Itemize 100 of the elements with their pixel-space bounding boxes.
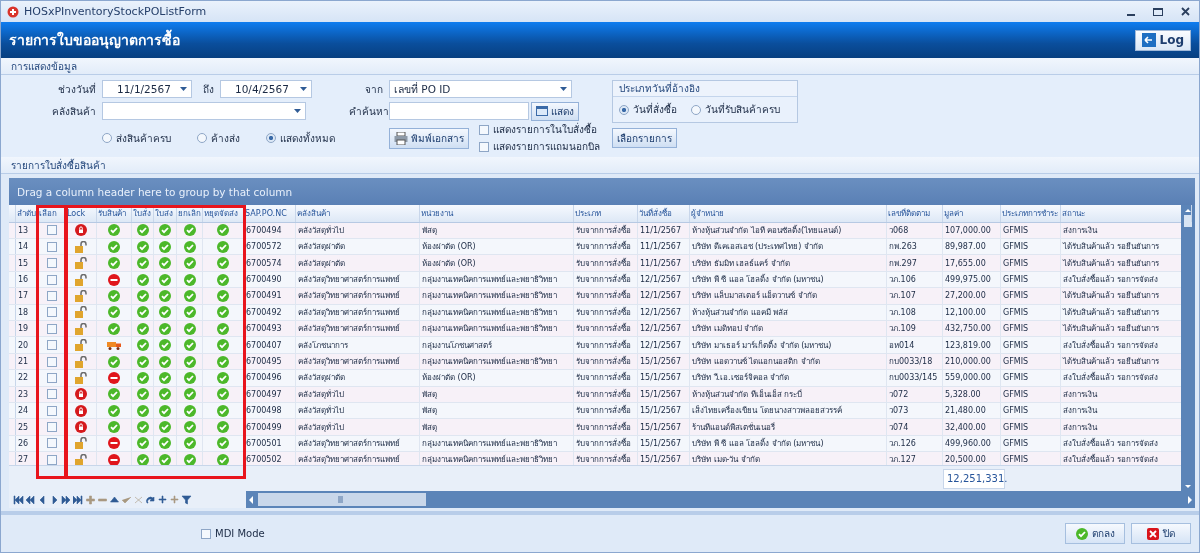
scroll-right-icon[interactable] — [1187, 495, 1193, 504]
dropdown-icon[interactable] — [300, 87, 307, 91]
radio-button[interactable]: วันที่สั่งซื้อ — [619, 102, 677, 117]
ok-button[interactable]: ตกลง — [1065, 523, 1125, 544]
table-cell: ว074 — [887, 419, 943, 435]
table-cell: คลังวัสดุวิทยาศาสตร์การแพทย์ — [296, 353, 420, 370]
filter-icon[interactable] — [181, 494, 192, 505]
column-header[interactable]: SAP.PO.NC — [244, 205, 296, 222]
table-cell: 12,100.00 — [943, 304, 1001, 321]
table-cell: 6700501 — [244, 435, 296, 452]
row-checkbox[interactable] — [46, 225, 57, 236]
search-field[interactable] — [389, 102, 529, 120]
column-header[interactable]: ผู้จำหน่าย — [690, 205, 887, 222]
close-form-button[interactable]: ปิด — [1131, 523, 1191, 544]
table-cell: คลังวัสดุวิทยาศาสตร์การแพทย์ — [296, 288, 420, 304]
row-checkbox[interactable] — [46, 340, 57, 351]
dropdown-icon[interactable] — [180, 87, 187, 91]
column-header[interactable]: ประเภท — [574, 205, 638, 222]
row-checkbox[interactable] — [46, 405, 57, 416]
radio-button[interactable]: แสดงทั้งหมด — [266, 130, 335, 146]
next-page-icon[interactable] — [61, 494, 72, 505]
row-checkbox[interactable] — [46, 241, 57, 252]
option-checkbox[interactable]: แสดงรายการแถมนอกบิล — [479, 139, 600, 154]
previous-record-icon[interactable] — [37, 494, 48, 505]
column-header[interactable]: หยุดจัดส่ง — [203, 205, 244, 222]
date-field[interactable]: 10/4/2567 — [220, 80, 312, 98]
print-button[interactable]: พิมพ์เอกสาร — [389, 127, 469, 149]
radio-button[interactable]: ค้างส่ง — [197, 130, 240, 146]
table-cell: 559,000.00 — [943, 370, 1001, 386]
column-header[interactable]: เลือก — [38, 205, 66, 222]
table-cell: 25 — [16, 419, 38, 435]
column-header[interactable]: วันที่สั่งซื้อ — [638, 205, 690, 222]
row-checkbox[interactable] — [46, 258, 57, 269]
horizontal-scrollbar[interactable] — [246, 491, 1195, 508]
redo-icon[interactable] — [145, 494, 156, 505]
table-cell: ว073 — [887, 403, 943, 419]
column-header[interactable]: ใบสั่ง — [132, 205, 154, 222]
row-checkbox[interactable] — [46, 454, 57, 465]
table-cell: 210,000.00 — [943, 353, 1001, 370]
row-checkbox[interactable] — [46, 307, 57, 318]
scroll-left-icon[interactable] — [248, 495, 254, 504]
last-record-icon[interactable] — [73, 494, 84, 505]
mdi-mode-checkbox[interactable]: MDI Mode — [201, 528, 265, 539]
checkmark-icon[interactable] — [121, 494, 132, 505]
column-header[interactable]: ใบส่ง — [154, 205, 177, 222]
total-amount: 12,251,331. — [943, 468, 1005, 489]
up-triangle-icon[interactable] — [109, 494, 120, 505]
row-checkbox[interactable] — [46, 372, 57, 383]
log-button[interactable]: Log — [1134, 29, 1191, 51]
column-header[interactable]: เลขที่ติดตาม — [887, 205, 943, 222]
table-cell: กพ.297 — [887, 255, 943, 271]
table-cell: วภ.109 — [887, 321, 943, 337]
table-cell: 12/1/2567 — [638, 321, 690, 337]
column-header[interactable]: รับสินค้า — [97, 205, 132, 222]
column-header[interactable]: ยกเลิก — [177, 205, 203, 222]
table-cell: ห้องผ่าตัด (OR) — [420, 239, 574, 255]
first-record-icon[interactable] — [13, 494, 24, 505]
column-header[interactable]: มูลค่า — [943, 205, 1001, 222]
table-cell: วภ.107 — [887, 288, 943, 304]
scroll-thumb-icon[interactable] — [1184, 207, 1192, 227]
field-label: คลังสินค้า — [51, 104, 96, 119]
table-cell: กบ0033/145 — [887, 370, 943, 386]
next-record-icon[interactable] — [49, 494, 60, 505]
table-cell: 21,480.00 — [943, 403, 1001, 419]
previous-page-icon[interactable] — [25, 494, 36, 505]
scroll-thumb-icon[interactable] — [258, 493, 426, 506]
table-cell: ห้างหุ้นส่วนจำกัด ไอที คอนซัลติ้ง(ไทยแลนด์) — [690, 222, 887, 239]
row-checkbox[interactable] — [46, 438, 57, 449]
table-cell: รับจากการสั่งซื้อ — [574, 370, 638, 386]
table-cell: บริษัท ดีเคเอสเอช (ประเทศไทย) จำกัด — [690, 239, 887, 255]
column-header[interactable]: ลำดับ — [16, 205, 38, 222]
radio-button[interactable]: วันที่รับสินค้าครบ — [691, 102, 780, 117]
field-label: คำค้นหา — [349, 104, 387, 119]
row-checkbox[interactable] — [46, 356, 57, 367]
field-label: ถึง — [202, 82, 214, 97]
row-checkbox[interactable] — [46, 389, 57, 400]
radio-button[interactable]: ส่งสินค้าครบ — [102, 130, 171, 146]
table-cell: 6700496 — [244, 370, 296, 386]
date-field[interactable]: 11/1/2567 — [102, 80, 192, 98]
column-header[interactable]: Lock — [66, 205, 97, 222]
select-items-button[interactable]: เลือกรายการ — [612, 128, 677, 148]
scroll-down-icon[interactable] — [1184, 484, 1192, 489]
row-checkbox[interactable] — [46, 422, 57, 433]
dropdown-icon[interactable] — [294, 109, 301, 113]
show-button[interactable]: แสดง — [531, 101, 579, 121]
table-cell: 6700572 — [244, 239, 296, 255]
column-header[interactable]: ประเภทการชำระ — [1001, 205, 1061, 222]
table-cell: คลังวัสดุวิทยาศาสตร์การแพทย์ — [296, 271, 420, 288]
column-header[interactable]: คลังสินค้า — [296, 205, 420, 222]
check-icon — [1075, 527, 1088, 540]
row-checkbox[interactable] — [46, 290, 57, 301]
option-checkbox[interactable]: แสดงรายการในใบสั่งซื้อ — [479, 122, 600, 137]
window-icon — [536, 105, 548, 117]
source-dropdown[interactable]: เลขที่ PO ID — [389, 80, 572, 98]
row-checkbox[interactable] — [46, 323, 57, 334]
table-cell: 107,000.00 — [943, 222, 1001, 239]
column-header[interactable]: หน่วยงาน — [420, 205, 574, 222]
row-checkbox[interactable] — [46, 274, 57, 285]
table-cell: 12/1/2567 — [638, 304, 690, 321]
dropdown-icon[interactable] — [560, 87, 567, 91]
